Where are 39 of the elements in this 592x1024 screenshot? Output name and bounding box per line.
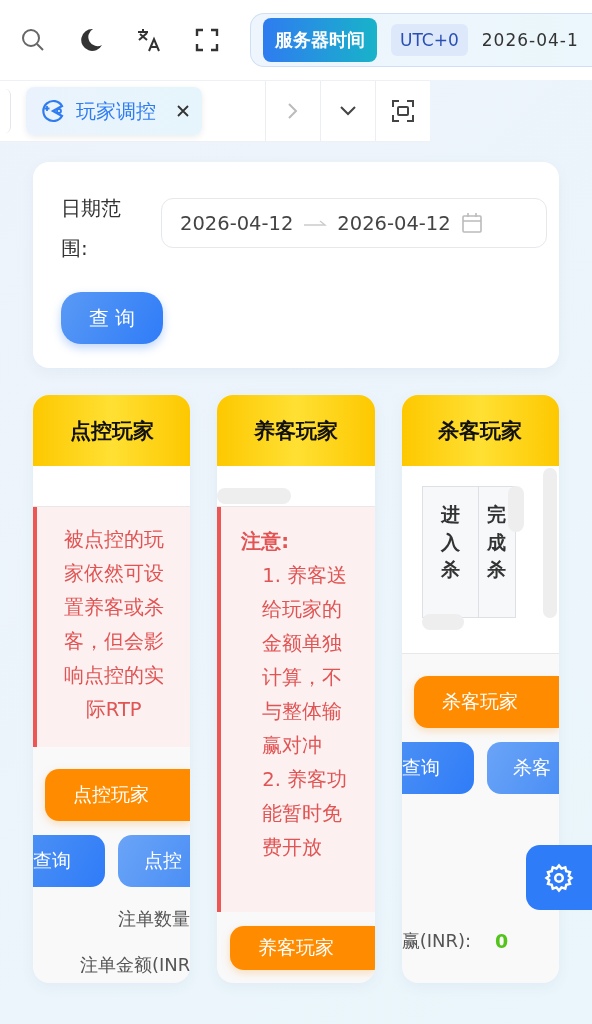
card-title: 养客玩家 (217, 395, 375, 466)
action-button[interactable]: 杀客 (487, 742, 559, 794)
fullscreen-icon[interactable] (194, 27, 220, 53)
server-time: 2026-04-1 (481, 30, 579, 50)
query-button[interactable]: 查询 (401, 742, 474, 794)
settings-icon (544, 862, 574, 893)
stat-label: 注单金额(INR (80, 953, 191, 977)
focus-icon[interactable] (391, 99, 415, 123)
stat-label: 注单数量 (118, 907, 191, 931)
table-header: 完成杀 (486, 502, 508, 583)
note-item: 1. 养客送给玩家的金额单独计算，不与整体输赢对冲 (262, 563, 349, 759)
warning-note: 被点控的玩家依然可设置养客或杀客，但会影响点控的实际RTP (33, 507, 191, 747)
search-icon[interactable] (20, 27, 46, 53)
moon-icon[interactable] (78, 27, 104, 53)
manage-button[interactable]: 杀客玩家 (414, 676, 559, 728)
timezone-tag: UTC+0 (391, 24, 468, 56)
close-icon[interactable] (176, 104, 190, 118)
card-title: 杀客玩家 (401, 395, 559, 466)
note-heading: 注意: (241, 529, 291, 555)
calendar-icon (460, 212, 483, 234)
stat-label: 赢(INR): (401, 929, 472, 953)
date-range-field[interactable]: 2026-04-12 2026-04-12 (161, 198, 547, 248)
scrollbar-thumb[interactable] (421, 614, 464, 630)
server-time-label: 服务器时间 (263, 18, 377, 62)
stat-value: 0 (495, 930, 509, 952)
date-range-label: 日期范围: (61, 195, 122, 262)
query-button[interactable]: 查询 (33, 835, 105, 887)
game-icon (40, 98, 66, 124)
query-button[interactable]: 查 询 (61, 292, 163, 344)
action-button[interactable]: 点控 (118, 835, 191, 887)
settings-button[interactable] (526, 845, 592, 910)
tab[interactable]: 玩家调控 (26, 87, 202, 135)
manage-button[interactable]: 点控玩家 (45, 769, 191, 821)
chevron-down-icon[interactable] (339, 105, 357, 117)
scrollbar-thumb[interactable] (217, 488, 292, 504)
translate-icon[interactable] (136, 27, 162, 53)
note-item: 2. 养客功能暂时免费开放 (262, 767, 349, 861)
manage-button[interactable]: 养客玩家 (229, 926, 375, 970)
card-title: 点控玩家 (33, 395, 191, 466)
